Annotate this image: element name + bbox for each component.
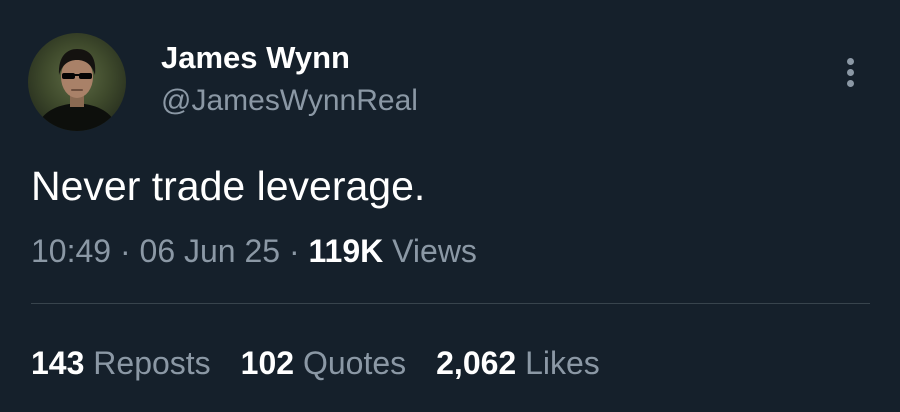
views-label: Views — [392, 233, 477, 269]
engagement-stats: 143 Reposts 102 Quotes 2,062 Likes — [31, 342, 630, 384]
views-count: 119K — [308, 233, 384, 269]
tweet-meta: 10:49 · 06 Jun 25 · 119K Views — [31, 230, 477, 272]
tweet-views[interactable]: 119K Views — [309, 233, 477, 269]
likes-label: Likes — [525, 345, 600, 381]
more-dot — [847, 69, 854, 76]
more-dot — [847, 80, 854, 87]
author-display-name[interactable]: James Wynn — [161, 39, 350, 77]
more-dot — [847, 58, 854, 65]
meta-separator: · — [280, 233, 309, 269]
reposts-stat[interactable]: 143 Reposts — [31, 342, 211, 384]
quotes-count: 102 — [240, 345, 295, 381]
divider — [31, 303, 870, 304]
reposts-count: 143 — [31, 345, 85, 381]
avatar-image — [36, 49, 118, 131]
tweet-card: James Wynn @JamesWynnReal Never trade le… — [0, 0, 900, 412]
likes-stat[interactable]: 2,062 Likes — [436, 342, 600, 384]
meta-separator: · — [111, 233, 140, 269]
reposts-label: Reposts — [93, 345, 211, 381]
tweet-text: Never trade leverage. — [31, 163, 426, 209]
avatar[interactable] — [28, 33, 126, 131]
quotes-stat[interactable]: 102 Quotes — [241, 342, 406, 384]
author-handle[interactable]: @JamesWynnReal — [161, 82, 418, 120]
more-vertical-icon[interactable] — [835, 50, 867, 94]
quotes-label: Quotes — [302, 345, 407, 381]
likes-count: 2,062 — [436, 345, 517, 381]
tweet-date[interactable]: 06 Jun 25 — [140, 233, 281, 269]
tweet-time[interactable]: 10:49 — [31, 233, 111, 269]
